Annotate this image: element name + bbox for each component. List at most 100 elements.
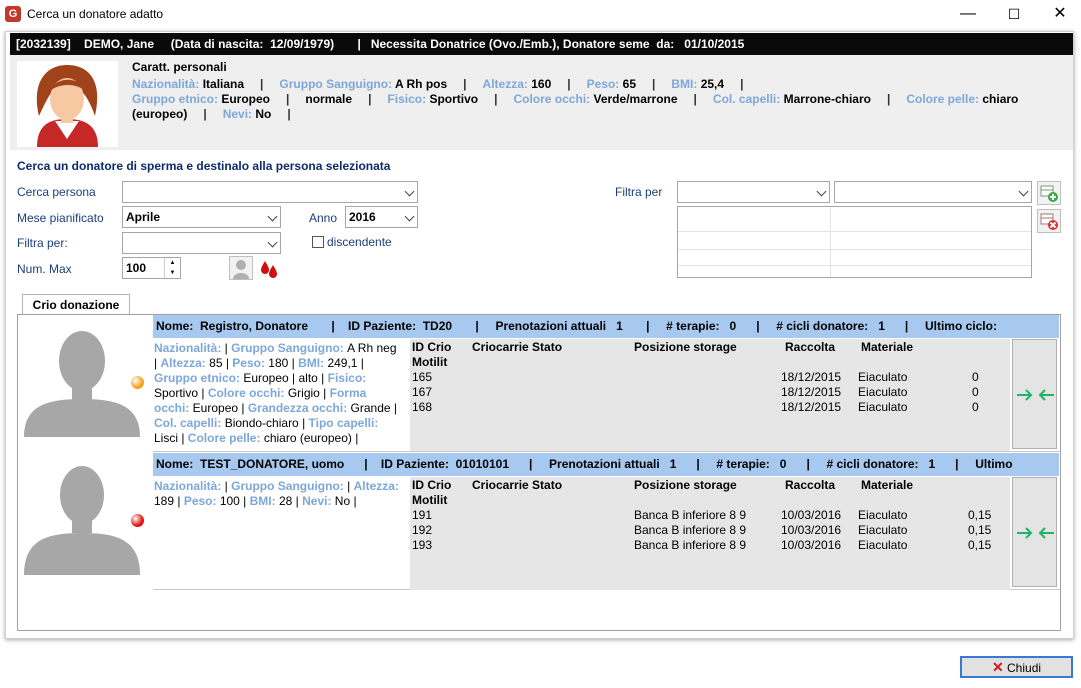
- column-header-motilit: Motilit: [412, 355, 448, 369]
- search-section-title: Cerca un donatore di sperma e destinalo …: [17, 159, 391, 173]
- patient-header: [2032139] DEMO, Jane (Data di nascita: 1…: [10, 33, 1073, 55]
- table-cell-materiale: Eiaculato: [858, 538, 908, 552]
- donor-info-line: Gruppo etnico: Europeo | alto | Fisico:: [154, 371, 367, 385]
- table-cell-id: 165: [412, 370, 433, 384]
- column-header-id: ID Crio: [412, 340, 452, 354]
- table-cell-materiale: Eiaculato: [858, 370, 908, 384]
- table-cell-raccolta: 18/12/2015: [781, 385, 842, 399]
- column-header-posizione: Posizione storage: [634, 340, 737, 354]
- donor-info-line: | Altezza: 85 | Peso: 180 | BMI: 249,1 |: [154, 356, 364, 370]
- column-header-materiale: Materiale: [861, 340, 914, 354]
- table-cell-val: 0,15: [968, 508, 992, 522]
- assign-button[interactable]: [1012, 477, 1057, 587]
- spinner-arrows-icon[interactable]: ▲ ▼: [164, 258, 180, 278]
- table-cell-posizione: Banca B inferiore 8 9: [634, 508, 747, 522]
- patient-avatar: [17, 61, 118, 147]
- filtra-per-label: Filtra per:: [17, 236, 68, 250]
- donor-info-line: occhi: Europeo | Grandezza occhi: Grande…: [154, 401, 398, 415]
- table-cell-id: 167: [412, 385, 433, 399]
- crio-table[interactable]: ID Crio Criocarrie Stato Posizione storage…: [410, 339, 1010, 451]
- table-cell-materiale: Eiaculato: [858, 508, 908, 522]
- table-cell-posizione: Banca B inferiore 8 9: [634, 523, 747, 537]
- add-grid-icon: [1040, 185, 1058, 202]
- patient-attr-line1: Nazionalità: Italiana | Gruppo Sanguigno: …: [132, 77, 744, 91]
- donor-info: Nazionalità: | Gruppo Sanguigno: | Altez…: [154, 479, 410, 509]
- table-cell-val: 0,15: [968, 523, 992, 537]
- column-header-raccolta: Raccolta: [785, 478, 836, 492]
- patient-attr-line3: (europeo) | Nevi: No |: [132, 107, 291, 121]
- num-max-spinner[interactable]: 100 ▲ ▼: [122, 257, 181, 279]
- close-x-icon: ✕: [991, 659, 1004, 675]
- close-button[interactable]: ✕ Chiudi: [960, 656, 1073, 678]
- patient-attr-line2: Gruppo etnico: Europeo | normale | Fisico: S…: [132, 92, 1019, 106]
- donor-header[interactable]: Nome: Registro, Donatore | ID Paziente: …: [153, 315, 1059, 338]
- swap-arrows-icon: [1017, 527, 1054, 539]
- discendente-checkbox[interactable]: [312, 236, 324, 248]
- swap-arrows-icon: [1017, 389, 1054, 401]
- donor-info: Nazionalità: | Gruppo Sanguigno: A Rh ne…: [154, 341, 410, 446]
- table-cell-id: 193: [412, 538, 433, 552]
- filter-select-2[interactable]: [834, 181, 1032, 203]
- column-header-raccolta: Raccolta: [785, 340, 836, 354]
- table-cell-posizione: Banca B inferiore 8 9: [634, 538, 747, 552]
- donor-status-dot: [131, 376, 144, 389]
- column-header-posizione: Posizione storage: [634, 478, 737, 492]
- remove-filter-button[interactable]: [1037, 209, 1061, 233]
- table-cell-raccolta: 10/03/2016: [781, 523, 842, 537]
- table-cell-id: 192: [412, 523, 433, 537]
- personal-features-title: Caratt. personali: [132, 60, 227, 74]
- table-cell-val: 0: [972, 385, 979, 399]
- table-cell-id: 191: [412, 508, 433, 522]
- filtra-per-right-label: Filtra per: [615, 185, 663, 199]
- column-header-materiale: Materiale: [861, 478, 914, 492]
- table-cell-raccolta: 18/12/2015: [781, 400, 842, 414]
- column-header-id: ID Crio: [412, 478, 452, 492]
- anno-select[interactable]: 2016: [345, 206, 418, 228]
- table-cell-raccolta: 10/03/2016: [781, 538, 842, 552]
- filter-grid[interactable]: [677, 206, 1032, 278]
- window-title: Cerca un donatore adatto: [27, 7, 164, 21]
- table-cell-val: 0: [972, 370, 979, 384]
- column-header-criocarrie: Criocarrie Stato: [472, 340, 563, 354]
- donor-info-line: 189 | Peso: 100 | BMI: 28 | Nevi: No |: [154, 494, 357, 508]
- donor-info-line: Nazionalità: | Gruppo Sanguigno: | Altez…: [154, 479, 399, 493]
- discendente-label: discendente: [327, 235, 392, 249]
- app-icon: G: [5, 6, 21, 22]
- table-cell-raccolta: 18/12/2015: [781, 370, 842, 384]
- add-filter-button[interactable]: [1037, 181, 1061, 205]
- table-cell-raccolta: 10/03/2016: [781, 508, 842, 522]
- remove-grid-icon: [1040, 213, 1058, 230]
- column-header-criocarrie: Criocarrie Stato: [472, 478, 563, 492]
- table-cell-materiale: Eiaculato: [858, 400, 908, 414]
- minimize-button[interactable]: —: [945, 0, 991, 30]
- table-cell-val: 0: [972, 400, 979, 414]
- filtra-per-select[interactable]: [122, 232, 281, 254]
- donor-info-line: Sportivo | Colore occhi: Grigio | Forma: [154, 386, 367, 400]
- donor-info-line: Lisci | Colore pelle: chiaro (europeo) |: [154, 431, 359, 445]
- table-cell-materiale: Eiaculato: [858, 523, 908, 537]
- mese-pianificato-label: Mese pianificato: [17, 211, 104, 225]
- donor-info-line: Nazionalità: | Gruppo Sanguigno: A Rh ne…: [154, 341, 397, 355]
- blood-drop-button[interactable]: [257, 256, 281, 280]
- num-max-label: Num. Max: [17, 262, 72, 276]
- crio-table[interactable]: ID Crio Criocarrie Stato Posizione storage…: [410, 477, 1010, 590]
- tab-crio-donazione[interactable]: Crio donazione: [22, 294, 130, 315]
- assign-button[interactable]: [1012, 339, 1057, 449]
- cerca-persona-combo[interactable]: [122, 181, 418, 203]
- column-header-motilit: Motilit: [412, 493, 448, 507]
- maximize-button[interactable]: ☐: [991, 0, 1037, 30]
- person-icon: [233, 260, 249, 279]
- close-window-button[interactable]: ✕: [1037, 0, 1081, 30]
- person-search-button[interactable]: [229, 256, 253, 280]
- table-cell-id: 168: [412, 400, 433, 414]
- donor-status-dot: [131, 514, 144, 527]
- table-cell-val: 0,15: [968, 538, 992, 552]
- cerca-persona-label: Cerca persona: [17, 185, 96, 199]
- filter-select-1[interactable]: [677, 181, 830, 203]
- blood-drops-icon: [261, 261, 277, 278]
- donor-header[interactable]: Nome: TEST_DONATORE, uomo | ID Paziente:…: [153, 453, 1059, 476]
- donor-info-line: Col. capelli: Biondo-chiaro | Tipo capel…: [154, 416, 379, 430]
- mese-pianificato-select[interactable]: Aprile: [122, 206, 281, 228]
- anno-label: Anno: [309, 211, 338, 225]
- table-cell-materiale: Eiaculato: [858, 385, 908, 399]
